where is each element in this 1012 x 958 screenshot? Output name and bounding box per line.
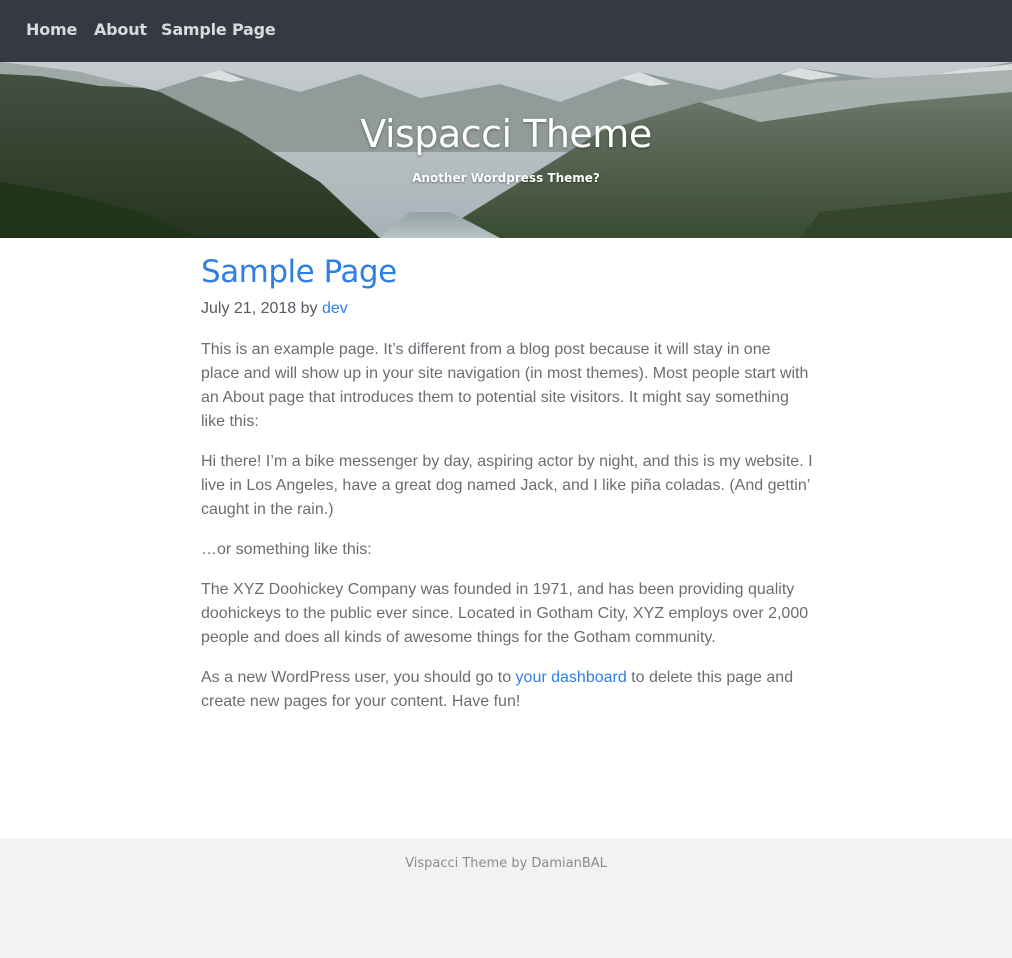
- author-link[interactable]: dev: [322, 300, 348, 317]
- post-meta: July 21, 2018 by dev: [201, 298, 813, 320]
- paragraph-text: As a new WordPress user, you should go t…: [201, 669, 516, 686]
- page-title[interactable]: Sample Page: [201, 250, 813, 294]
- nav-item-about[interactable]: About: [94, 18, 147, 42]
- paragraph: This is an example page. It’s different …: [201, 341, 809, 430]
- post-date: July 21, 2018: [201, 300, 297, 317]
- main-content: Sample Page July 21, 2018 by dev This is…: [201, 250, 813, 714]
- post-by-label: by: [300, 300, 318, 317]
- site-title[interactable]: Vispacci Theme: [0, 110, 1012, 158]
- paragraph: As a new WordPress user, you should go t…: [201, 666, 813, 714]
- top-navigation: Home About Sample Page: [0, 0, 1012, 62]
- site-tagline: Another Wordpress Theme?: [412, 171, 600, 185]
- paragraph: Hi there! I’m a bike messenger by day, a…: [201, 453, 813, 518]
- nav-item-sample-page[interactable]: Sample Page: [161, 18, 276, 42]
- paragraph: The XYZ Doohickey Company was founded in…: [201, 581, 809, 646]
- paragraph: …or something like this:: [201, 541, 372, 558]
- dashboard-link[interactable]: your dashboard: [516, 669, 627, 686]
- nav-item-home[interactable]: Home: [26, 18, 77, 42]
- hero-header: Vispacci Theme Another Wordpress Theme?: [0, 62, 1012, 238]
- site-footer: Vispacci Theme by DamianBAL: [0, 838, 1012, 958]
- footer-credit: Vispacci Theme by DamianBAL: [405, 856, 607, 871]
